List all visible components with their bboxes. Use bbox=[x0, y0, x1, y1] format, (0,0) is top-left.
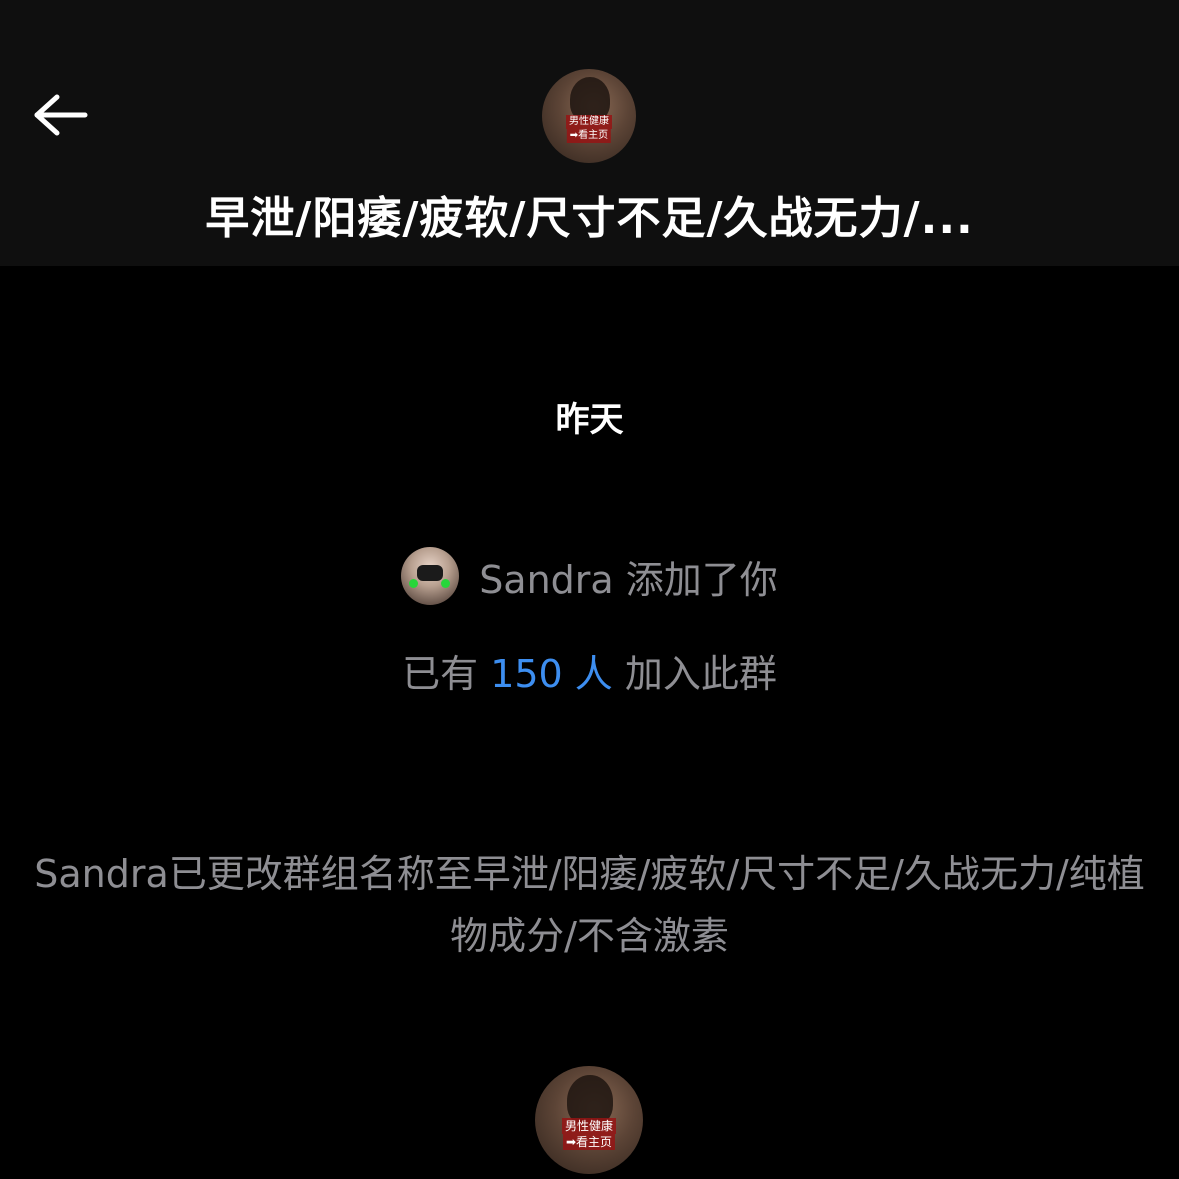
avatar-dot bbox=[441, 579, 451, 588]
system-message-members: 已有 150 人 加入此群 bbox=[0, 643, 1179, 698]
member-count-link[interactable]: 150 人 bbox=[490, 652, 613, 696]
added-text: Sandra 添加了你 bbox=[479, 557, 778, 602]
members-prefix: 已有 bbox=[402, 652, 479, 696]
system-message-rename: Sandra已更改群组名称至早泄/阳痿/疲软/尺寸不足/久战无力/纯植物成分/不… bbox=[34, 852, 1145, 958]
avatar-tag: 男性健康 bbox=[561, 1118, 617, 1134]
system-message-added: Sandra 添加了你 bbox=[0, 545, 1179, 607]
members-suffix: 加入此群 bbox=[624, 652, 777, 696]
avatar-tag: 男性健康 bbox=[566, 115, 612, 129]
avatar-figure bbox=[417, 565, 444, 581]
back-button[interactable] bbox=[28, 82, 94, 148]
arrow-left-icon bbox=[34, 94, 88, 136]
avatar-tag-link: ➡看主页 bbox=[566, 129, 612, 143]
avatar-tag-link: ➡看主页 bbox=[562, 1134, 616, 1150]
group-avatar[interactable]: 男性健康 ➡看主页 bbox=[542, 69, 636, 163]
sandra-avatar[interactable] bbox=[401, 547, 460, 605]
avatar-dot bbox=[409, 579, 419, 588]
date-divider: 昨天 bbox=[555, 400, 624, 440]
group-title[interactable]: 早泄/阳痿/疲软/尺寸不足/久战无力/... bbox=[0, 182, 1179, 246]
chat-header: 男性健康 ➡看主页 早泄/阳痿/疲软/尺寸不足/久战无力/... bbox=[0, 0, 1179, 266]
group-avatar-bottom[interactable]: 男性健康 ➡看主页 bbox=[535, 1066, 643, 1174]
